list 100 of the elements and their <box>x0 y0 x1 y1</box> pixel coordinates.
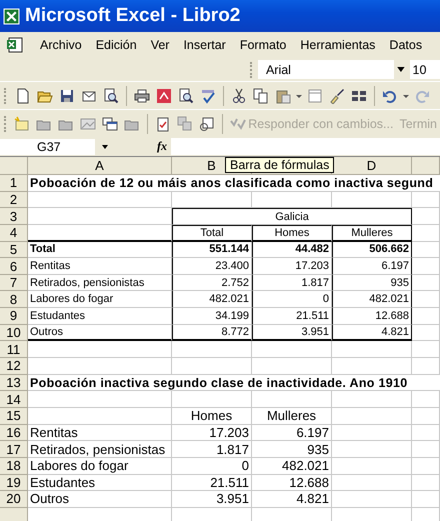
sheet-cell[interactable]: 2.752 <box>172 274 252 292</box>
sheet-cell[interactable]: Total <box>172 224 252 242</box>
sheet-cell[interactable]: 935 <box>332 274 412 292</box>
workbook-icon[interactable] <box>6 36 24 54</box>
sheet-cell[interactable]: Labores do fogar <box>28 458 172 475</box>
save-icon[interactable] <box>59 88 75 104</box>
row-header[interactable]: 15 <box>0 408 28 425</box>
column-header[interactable] <box>412 157 440 175</box>
sheet-cell[interactable]: 3.951 <box>252 324 332 342</box>
column-header[interactable]: A <box>28 157 172 175</box>
sheet-cell[interactable] <box>332 474 412 492</box>
sheet-cell[interactable]: Galicia <box>172 208 412 225</box>
sheet-cell[interactable] <box>412 324 440 342</box>
sheet-cell[interactable] <box>28 341 172 358</box>
formula-field[interactable] <box>171 138 440 155</box>
sheet-cell[interactable] <box>172 341 252 358</box>
font-field[interactable]: Arial <box>258 60 394 79</box>
windows-icon[interactable] <box>102 116 118 132</box>
sheet-cell[interactable]: Mulleres <box>252 408 332 425</box>
sheet-cell[interactable] <box>332 391 412 408</box>
sheet-cell[interactable] <box>412 242 440 258</box>
row-header[interactable]: 8 <box>0 291 28 308</box>
sheet-cell[interactable]: 23.400 <box>172 258 252 275</box>
sheet-cell[interactable]: Rentitas <box>28 424 172 442</box>
sheet-cell[interactable]: 17.203 <box>252 258 332 275</box>
sheet-cell[interactable] <box>412 291 440 308</box>
sheet-cell[interactable]: 482.021 <box>172 291 252 308</box>
sheet-cell[interactable] <box>252 358 332 375</box>
sheet-cell[interactable] <box>28 224 172 242</box>
sheet-cell[interactable]: 12.688 <box>332 308 412 325</box>
sheet-cell[interactable] <box>332 441 412 458</box>
sheet-cell[interactable]: 4.821 <box>332 324 412 342</box>
sheet-cell[interactable] <box>28 358 172 375</box>
row-header[interactable] <box>0 508 28 521</box>
name-box[interactable]: G37 <box>0 138 95 154</box>
picture-icon[interactable] <box>80 116 96 132</box>
sheet-cell[interactable] <box>332 192 412 208</box>
sheet-cell[interactable]: Total <box>28 242 172 258</box>
row-header[interactable]: 10 <box>0 324 28 342</box>
row-header[interactable]: 17 <box>0 441 28 458</box>
sheet-cell[interactable]: 482.021 <box>252 458 332 475</box>
sheet-cell[interactable]: 1.817 <box>252 274 332 292</box>
insert-function-button[interactable]: fx <box>157 139 171 154</box>
row-header[interactable]: 14 <box>0 391 28 408</box>
sheet-cell[interactable]: Rentitas <box>28 258 172 275</box>
sheet-cell[interactable] <box>412 224 440 242</box>
row-header[interactable]: 11 <box>0 341 28 358</box>
clipboard-icon[interactable] <box>155 116 172 132</box>
sheet-cell[interactable]: Estudantes <box>28 308 172 325</box>
sheet-cell[interactable]: 0 <box>252 291 332 308</box>
row-header[interactable]: 9 <box>0 308 28 325</box>
new-document-icon[interactable] <box>15 88 31 104</box>
row-header[interactable]: 6 <box>0 258 28 275</box>
sheet-cell[interactable]: Retirados, pensionistas <box>28 274 172 292</box>
sheet-cell[interactable]: Outros <box>28 491 172 508</box>
sheet-cell[interactable]: 506.662 <box>332 242 412 258</box>
sheet-cell[interactable] <box>412 474 440 492</box>
sheet-cell[interactable] <box>252 341 332 358</box>
sheet-cell[interactable] <box>412 192 440 208</box>
sheet-cell[interactable]: 44.482 <box>252 242 332 258</box>
menu-item[interactable]: Archivo <box>35 36 88 54</box>
sheet-cell[interactable] <box>412 441 440 458</box>
row-header[interactable]: 16 <box>0 424 28 442</box>
sheet-cell[interactable]: Mulleres <box>332 224 412 242</box>
sheet-cell[interactable] <box>412 308 440 325</box>
row-header[interactable]: 2 <box>0 192 28 208</box>
sheet-cell[interactable] <box>28 192 172 208</box>
sheet-cell[interactable]: 551.144 <box>172 242 252 258</box>
sheet-cell[interactable] <box>412 341 440 358</box>
sheet-cell[interactable] <box>172 391 252 408</box>
sheet-cell[interactable] <box>412 258 440 275</box>
row-header[interactable]: 7 <box>0 274 28 292</box>
sheet-cell[interactable] <box>252 391 332 408</box>
sheet-cell[interactable]: 4.821 <box>252 491 332 508</box>
row-header[interactable]: 5 <box>0 242 28 258</box>
paste-icon[interactable] <box>275 88 291 104</box>
sheet-cell[interactable] <box>412 491 440 508</box>
sheet-cell[interactable] <box>412 274 440 292</box>
column-header[interactable]: D <box>332 157 412 175</box>
menu-item[interactable]: Insertar <box>178 36 232 54</box>
menu-item[interactable]: Herramientas <box>295 36 382 54</box>
sheet-cell[interactable] <box>332 358 412 375</box>
brush-icon[interactable] <box>329 88 345 104</box>
font-size-field[interactable]: 10 <box>410 60 440 79</box>
row-header[interactable]: 19 <box>0 474 28 492</box>
sheet-cell[interactable] <box>332 491 412 508</box>
sheet-cell[interactable] <box>332 424 412 442</box>
sheet-cell[interactable] <box>332 408 412 425</box>
sheet-cell[interactable]: 12.688 <box>252 474 332 492</box>
sheet-cell[interactable]: 8.772 <box>172 324 252 342</box>
copy-icon[interactable] <box>253 88 269 104</box>
menu-item[interactable]: Ver <box>146 36 176 54</box>
sheet-cell[interactable]: 17.203 <box>172 424 252 442</box>
sheet-cell[interactable]: Outros <box>28 324 172 342</box>
printer-icon[interactable] <box>134 88 150 104</box>
menu-item[interactable]: Formato <box>234 36 292 54</box>
sheet-cell[interactable]: 34.199 <box>172 308 252 325</box>
sheet-cell[interactable]: 1.817 <box>172 441 252 458</box>
sheet-cell[interactable]: Homes <box>172 408 252 425</box>
magnifier-icon[interactable] <box>103 88 119 104</box>
